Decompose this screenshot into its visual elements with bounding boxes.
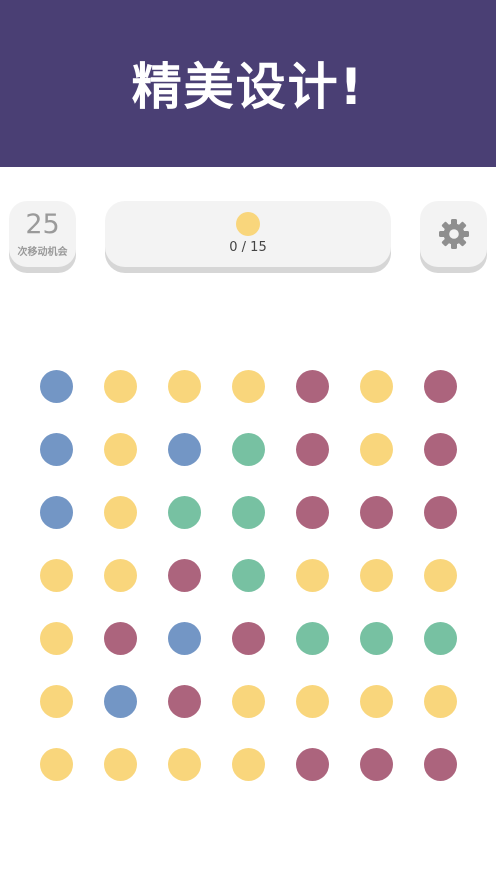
dot-yellow[interactable] — [40, 559, 73, 592]
dot-purple[interactable] — [424, 370, 457, 403]
dot-green[interactable] — [232, 559, 265, 592]
dot-yellow[interactable] — [232, 685, 265, 718]
dot-blue[interactable] — [168, 433, 201, 466]
dot-yellow[interactable] — [424, 559, 457, 592]
dot-purple[interactable] — [296, 496, 329, 529]
dot-yellow[interactable] — [40, 685, 73, 718]
dot-purple[interactable] — [424, 496, 457, 529]
dot-blue[interactable] — [40, 433, 73, 466]
dot-purple[interactable] — [296, 748, 329, 781]
dot-yellow[interactable] — [168, 370, 201, 403]
dot-purple[interactable] — [296, 370, 329, 403]
dot-purple[interactable] — [168, 685, 201, 718]
dot-yellow[interactable] — [104, 748, 137, 781]
goal-panel: 0 / 15 — [105, 201, 391, 267]
dot-blue[interactable] — [168, 622, 201, 655]
dot-green[interactable] — [232, 496, 265, 529]
goal-progress: 0 / 15 — [229, 240, 267, 255]
goal-dot-icon — [236, 212, 260, 236]
dot-purple[interactable] — [424, 748, 457, 781]
moves-count: 25 — [25, 209, 60, 240]
dot-yellow[interactable] — [104, 496, 137, 529]
settings-button[interactable] — [420, 201, 487, 267]
dot-yellow[interactable] — [296, 685, 329, 718]
dot-green[interactable] — [168, 496, 201, 529]
dot-yellow[interactable] — [168, 748, 201, 781]
dot-yellow[interactable] — [232, 748, 265, 781]
moves-counter: 25 次移动机会 — [9, 201, 76, 267]
moves-label: 次移动机会 — [17, 247, 68, 258]
dot-yellow[interactable] — [40, 622, 73, 655]
dot-green[interactable] — [232, 433, 265, 466]
dot-yellow[interactable] — [232, 370, 265, 403]
dot-yellow[interactable] — [360, 685, 393, 718]
dot-yellow[interactable] — [360, 433, 393, 466]
dot-purple[interactable] — [360, 748, 393, 781]
dot-yellow[interactable] — [360, 559, 393, 592]
dot-yellow[interactable] — [104, 433, 137, 466]
dot-yellow[interactable] — [104, 370, 137, 403]
dot-yellow[interactable] — [296, 559, 329, 592]
dot-yellow[interactable] — [424, 685, 457, 718]
dot-yellow[interactable] — [360, 370, 393, 403]
dot-board — [40, 370, 457, 781]
settings-card — [420, 201, 487, 267]
dot-green[interactable] — [424, 622, 457, 655]
dot-green[interactable] — [360, 622, 393, 655]
gear-icon — [438, 219, 469, 249]
dot-purple[interactable] — [232, 622, 265, 655]
dot-purple[interactable] — [424, 433, 457, 466]
dot-purple[interactable] — [296, 433, 329, 466]
title-banner: 精美设计! — [0, 0, 496, 167]
dot-purple[interactable] — [360, 496, 393, 529]
banner-title: 精美设计! — [131, 57, 365, 116]
dot-purple[interactable] — [168, 559, 201, 592]
dot-yellow[interactable] — [104, 559, 137, 592]
dot-yellow[interactable] — [40, 748, 73, 781]
dot-blue[interactable] — [40, 496, 73, 529]
dot-purple[interactable] — [104, 622, 137, 655]
dot-blue[interactable] — [40, 370, 73, 403]
dot-blue[interactable] — [104, 685, 137, 718]
dot-green[interactable] — [296, 622, 329, 655]
